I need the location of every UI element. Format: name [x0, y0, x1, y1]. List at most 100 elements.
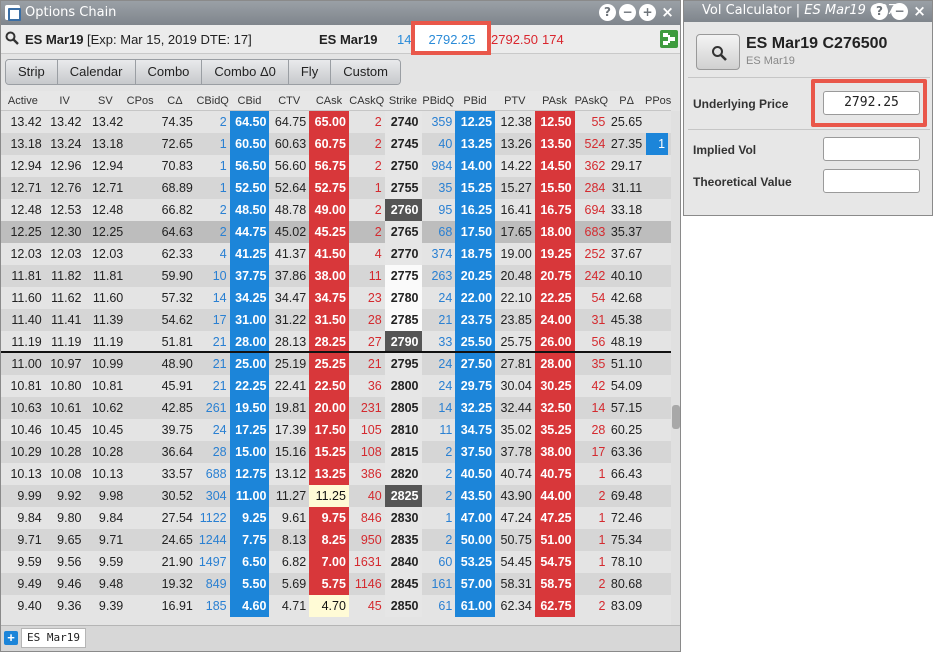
- cell-put-ask[interactable]: 30.25: [534, 375, 575, 397]
- cell-call-bid[interactable]: 56.50: [229, 155, 270, 177]
- cell-call-ask[interactable]: 7.00: [309, 551, 349, 573]
- cell-call-bid-qty[interactable]: 17: [196, 309, 230, 331]
- cell-call-bid[interactable]: 28.00: [229, 331, 270, 351]
- cell-put-bid[interactable]: 14.00: [455, 155, 496, 177]
- table-row[interactable]: 11.60 11.62 11.60 57.32 14 34.25 34.47 34.75 23 2…: [1, 287, 671, 309]
- table-row[interactable]: 11.40 11.41 11.39 54.62 17 31.00 31.22 31.50 28 2…: [1, 309, 671, 331]
- calendar-button[interactable]: Calendar: [57, 60, 136, 84]
- cell-call-ask[interactable]: 20.00: [309, 397, 349, 419]
- cell-put-bid[interactable]: 34.75: [455, 419, 496, 441]
- cell-put-bid-qty[interactable]: 1: [422, 507, 456, 529]
- cell-put-bid-qty[interactable]: 984: [422, 155, 456, 177]
- cell-put-bid-qty[interactable]: 2: [422, 529, 456, 551]
- cell-put-ask[interactable]: 54.75: [534, 551, 575, 573]
- cell-put-ask-qty[interactable]: 31: [575, 309, 609, 331]
- cell-put-bid-qty[interactable]: 40: [422, 133, 456, 155]
- cell-put-bid-qty[interactable]: 35: [422, 177, 456, 199]
- cell-put-ask[interactable]: 32.50: [534, 397, 575, 419]
- cell-call-ask-qty[interactable]: 231: [349, 397, 385, 419]
- cell-put-ask-qty[interactable]: 17: [575, 441, 609, 463]
- close-button[interactable]: ×: [659, 4, 676, 21]
- cell-call-ask-qty[interactable]: 11: [349, 265, 385, 287]
- table-row[interactable]: 13.18 13.24 13.18 72.65 1 60.50 60.63 60.75 2 274…: [1, 133, 671, 155]
- cell-put-ask-qty[interactable]: 35: [575, 353, 609, 375]
- cell-put-ask-qty[interactable]: 2: [575, 485, 609, 507]
- cell-call-ask[interactable]: 11.25: [309, 485, 349, 507]
- cell-call-ask[interactable]: 22.50: [309, 375, 349, 397]
- col-header-put-ask[interactable]: PAsk: [535, 91, 575, 110]
- cell-put-ask[interactable]: 28.00: [534, 353, 575, 375]
- cell-call-bid-qty[interactable]: 21: [196, 375, 230, 397]
- cell-call-ask-qty[interactable]: 386: [349, 463, 385, 485]
- table-row[interactable]: 9.99 9.92 9.98 30.52 304 11.00 11.27 11.25 40 282…: [1, 485, 671, 507]
- cell-put-bid[interactable]: 27.50: [455, 353, 496, 375]
- cell-call-ask[interactable]: 60.75: [309, 133, 349, 155]
- cell-put-bid-qty[interactable]: 374: [422, 243, 456, 265]
- cell-call-ask[interactable]: 5.75: [309, 573, 349, 595]
- fly-button[interactable]: Fly: [288, 60, 332, 84]
- cell-call-ask[interactable]: 31.50: [309, 309, 349, 331]
- col-header-strike[interactable]: Strike: [385, 91, 422, 110]
- cell-put-ask[interactable]: 24.00: [534, 309, 575, 331]
- col-header-active[interactable]: Active: [1, 91, 45, 110]
- cell-put-ask-qty[interactable]: 54: [575, 287, 609, 309]
- cell-put-bid[interactable]: 23.75: [455, 309, 496, 331]
- cell-call-bid-qty[interactable]: 849: [196, 573, 230, 595]
- cell-put-bid[interactable]: 37.50: [455, 441, 496, 463]
- help-button[interactable]: ?: [871, 3, 888, 20]
- cell-put-bid-qty[interactable]: 21: [422, 309, 456, 331]
- cell-call-ask[interactable]: 4.70: [309, 595, 349, 617]
- cell-put-ask-qty[interactable]: 1: [575, 551, 609, 573]
- cell-call-ask-qty[interactable]: 40: [349, 485, 385, 507]
- cell-call-ask[interactable]: 13.25: [309, 463, 349, 485]
- table-row[interactable]: 10.13 10.08 10.13 33.57 688 12.75 13.12 13.25 38…: [1, 463, 671, 485]
- cell-put-bid-qty[interactable]: 161: [422, 573, 456, 595]
- table-row[interactable]: 10.63 10.61 10.62 42.85 261 19.50 19.81 20.00 23…: [1, 397, 671, 419]
- table-row[interactable]: 11.19 11.19 11.19 51.81 21 28.00 28.13 28.25 27 2…: [1, 331, 671, 353]
- cell-put-bid-qty[interactable]: 359: [422, 111, 456, 133]
- cell-put-ask[interactable]: 14.50: [534, 155, 575, 177]
- cell-call-ask-qty[interactable]: 1146: [349, 573, 385, 595]
- maximize-button[interactable]: +: [639, 4, 656, 21]
- cell-call-bid-qty[interactable]: 261: [196, 397, 230, 419]
- cell-put-ask[interactable]: 26.00: [534, 331, 575, 351]
- minimize-button[interactable]: −: [619, 4, 636, 21]
- cell-put-ask-qty[interactable]: 284: [575, 177, 609, 199]
- add-tab-button[interactable]: +: [4, 631, 18, 645]
- cell-put-bid-qty[interactable]: 95: [422, 199, 456, 221]
- cell-put-ask-qty[interactable]: 252: [575, 243, 609, 265]
- cell-put-bid-qty[interactable]: 24: [422, 287, 456, 309]
- cell-call-ask[interactable]: 28.25: [309, 331, 349, 351]
- implied-vol-input[interactable]: [823, 137, 920, 161]
- table-row[interactable]: 12.25 12.30 12.25 64.63 2 44.75 45.02 45.25 2 276…: [1, 221, 671, 243]
- cell-put-bid[interactable]: 15.25: [455, 177, 496, 199]
- col-header-put-bid-qty[interactable]: PBidQ: [421, 91, 455, 110]
- cell-call-ask[interactable]: 9.75: [309, 507, 349, 529]
- cell-call-bid[interactable]: 48.50: [229, 199, 270, 221]
- symbol-tab[interactable]: ES Mar19: [21, 628, 86, 648]
- cell-put-ask[interactable]: 12.50: [534, 111, 575, 133]
- cell-put-ask[interactable]: 15.50: [534, 177, 575, 199]
- cell-put-ask[interactable]: 18.00: [534, 221, 575, 243]
- minimize-button[interactable]: −: [891, 3, 908, 20]
- cell-put-bid-qty[interactable]: 33: [422, 331, 456, 351]
- cell-call-bid[interactable]: 12.75: [229, 463, 270, 485]
- cell-put-ask[interactable]: 22.25: [534, 287, 575, 309]
- cell-call-bid[interactable]: 9.25: [229, 507, 270, 529]
- cell-call-bid[interactable]: 60.50: [229, 133, 270, 155]
- cell-call-bid-qty[interactable]: 1122: [196, 507, 230, 529]
- cell-put-bid[interactable]: 12.25: [455, 111, 496, 133]
- cell-call-bid-qty[interactable]: 304: [196, 485, 230, 507]
- cell-call-ask[interactable]: 17.50: [309, 419, 349, 441]
- cell-put-bid-qty[interactable]: 68: [422, 221, 456, 243]
- cell-call-ask-qty[interactable]: 1631: [349, 551, 385, 573]
- col-header-call-delta[interactable]: CΔ: [154, 91, 196, 110]
- table-row[interactable]: 12.94 12.96 12.94 70.83 1 56.50 56.60 56.75 2 275…: [1, 155, 671, 177]
- cell-put-bid[interactable]: 17.50: [455, 221, 496, 243]
- cell-call-ask-qty[interactable]: 45: [349, 595, 385, 617]
- cell-call-ask-qty[interactable]: 950: [349, 529, 385, 551]
- cell-call-bid-qty[interactable]: 1: [196, 133, 230, 155]
- cell-call-ask[interactable]: 45.25: [309, 221, 349, 243]
- cell-put-bid[interactable]: 57.00: [455, 573, 496, 595]
- cell-call-bid-qty[interactable]: 1: [196, 155, 230, 177]
